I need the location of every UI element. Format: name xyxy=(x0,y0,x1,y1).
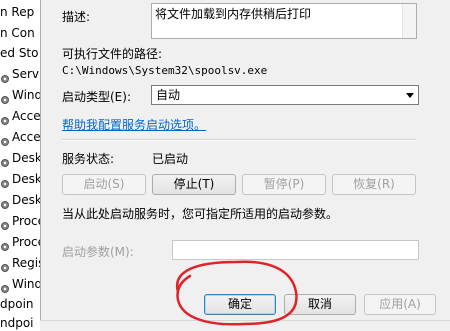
list-item[interactable]: Acce xyxy=(0,127,40,147)
gear-icon xyxy=(0,238,10,251)
start-button[interactable]: 启动(S) xyxy=(62,174,146,195)
description-field[interactable]: 将文件加载到内存供稍后打印 xyxy=(151,3,417,39)
start-params-note: 当从此处启动服务时，您可指定所适用的启动参数。 xyxy=(62,207,339,221)
list-item[interactable]: Acce xyxy=(0,106,40,126)
gear-icon xyxy=(0,91,10,104)
gear-icon xyxy=(0,112,10,125)
gear-icon xyxy=(0,154,10,167)
description-label: 描述: xyxy=(62,10,91,24)
list-item[interactable]: Desk xyxy=(0,148,40,168)
exe-path-value: C:\Windows\System32\spoolsv.exe xyxy=(62,64,268,77)
gear-icon xyxy=(0,133,10,146)
service-status-label: 服务状态: xyxy=(62,152,115,166)
startup-help-link[interactable]: 帮助我配置服务启动选项。 xyxy=(62,116,206,133)
service-status-value: 已启动 xyxy=(152,152,189,166)
list-item[interactable]: ed Sto xyxy=(0,43,38,63)
resume-button[interactable]: 恢复(R) xyxy=(332,174,416,195)
list-item[interactable]: Regis xyxy=(0,253,40,273)
list-item[interactable]: Windo xyxy=(0,85,40,105)
gear-icon xyxy=(0,259,10,272)
list-item[interactable]: n Rep xyxy=(0,2,34,22)
dialog-bottom-edge xyxy=(40,320,450,331)
list-item[interactable]: n Con xyxy=(0,23,35,43)
exe-path-label: 可执行文件的路径: xyxy=(62,47,163,61)
gear-icon xyxy=(0,280,10,293)
apply-button[interactable]: 应用(A) xyxy=(364,294,436,315)
description-scrollbar[interactable] xyxy=(402,4,416,38)
gear-icon xyxy=(0,196,10,209)
list-item[interactable]: Proce xyxy=(0,232,40,252)
list-item[interactable]: Proce xyxy=(0,211,40,231)
pause-button[interactable]: 暂停(P) xyxy=(242,174,326,195)
gear-icon xyxy=(0,175,10,188)
gear-icon xyxy=(0,217,10,230)
list-item[interactable]: Windo xyxy=(0,274,40,294)
startup-type-value: 自动 xyxy=(156,88,181,102)
startup-type-select[interactable]: 自动 xyxy=(151,85,419,105)
chevron-down-icon xyxy=(406,93,414,98)
cancel-button[interactable]: 取消 xyxy=(284,294,356,315)
ok-button[interactable]: 确定 xyxy=(204,294,276,315)
list-item[interactable]: Desk xyxy=(0,169,40,189)
description-text: 将文件加载到内存供稍后打印 xyxy=(155,7,312,21)
start-params-input[interactable] xyxy=(172,240,419,260)
gear-icon xyxy=(0,70,10,83)
list-item[interactable]: Servi xyxy=(0,64,40,84)
start-params-label: 启动参数(M): xyxy=(62,245,134,259)
list-item[interactable]: dpoin xyxy=(0,294,34,314)
list-item[interactable]: ndpoi xyxy=(0,313,34,330)
startup-type-label: 启动类型(E): xyxy=(62,90,131,104)
stop-button[interactable]: 停止(T) xyxy=(152,174,236,195)
services-list-background: n Rep n Con ed Sto Servi Windo Acce Acce… xyxy=(0,0,40,330)
divider xyxy=(62,139,416,141)
list-item[interactable]: Desk xyxy=(0,190,40,210)
